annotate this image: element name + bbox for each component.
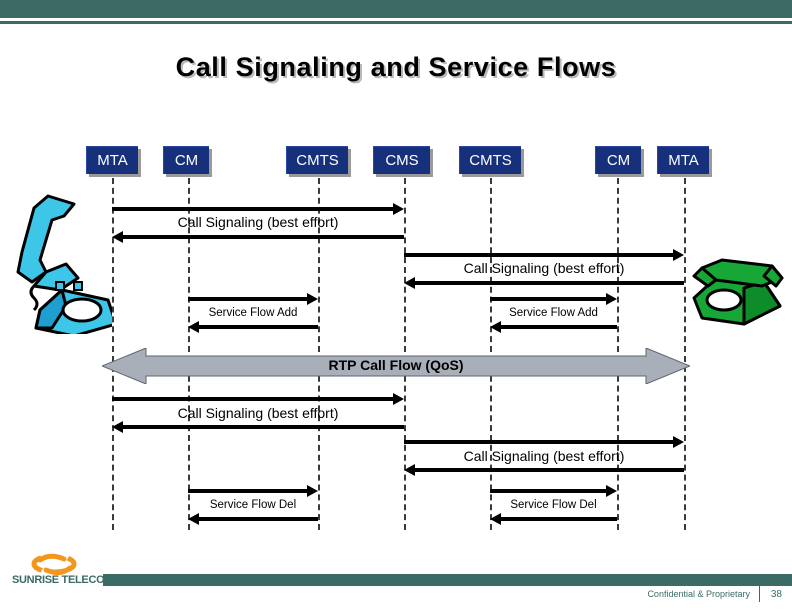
rtp-call-flow-band: RTP Call Flow (QoS) <box>102 348 690 384</box>
node-label: CMTS <box>469 152 512 169</box>
flow-call-signaling-best-effort-3-arrow-right <box>112 393 404 405</box>
footer-divider <box>759 586 760 602</box>
arrowhead-right-icon <box>606 293 617 305</box>
node-label: CMTS <box>296 152 339 169</box>
arrowhead-right-icon <box>307 485 318 497</box>
flow-call-signaling-best-effort-2-label: Call Signaling (best effort) <box>463 260 625 276</box>
arrowhead-right-icon <box>393 393 404 405</box>
node-mta-left[interactable]: MTA <box>86 146 138 174</box>
page-title: Call Signaling and Service Flows <box>175 52 617 82</box>
flow-call-signaling-best-effort-1-arrow-left <box>112 231 404 243</box>
confidential-notice: Confidential & Proprietary <box>647 589 750 599</box>
arrowhead-right-icon <box>606 485 617 497</box>
arrowhead-left-icon <box>490 321 501 333</box>
flow-call-signaling-best-effort-3-label: Call Signaling (best effort) <box>177 405 339 421</box>
node-label: CM <box>606 152 631 169</box>
flow-call-signaling-best-effort-2-arrow-left <box>404 277 684 289</box>
header-bar-thick <box>0 0 792 18</box>
arrowhead-left-icon <box>404 277 415 289</box>
node-mta-right[interactable]: MTA <box>657 146 709 174</box>
arrowhead-right-icon <box>307 293 318 305</box>
flow-call-signaling-best-effort-4-arrow-right <box>404 436 684 448</box>
node-label: MTA <box>97 152 128 169</box>
node-label: CM <box>174 152 199 169</box>
flow-service-flow-del-right-arrow-left <box>490 513 617 525</box>
rtp-call-flow-label: RTP Call Flow (QoS) <box>328 357 464 373</box>
flow-service-flow-add-left-label: Service Flow Add <box>208 307 298 319</box>
node-cmts-left[interactable]: CMTS <box>286 146 348 174</box>
arrowhead-left-icon <box>404 464 415 476</box>
node-cm-left[interactable]: CM <box>163 146 209 174</box>
flow-call-signaling-best-effort-1-arrow-right <box>112 203 404 215</box>
flow-call-signaling-best-effort-4-label: Call Signaling (best effort) <box>463 448 625 464</box>
flow-service-flow-del-right-arrow-right <box>490 485 617 497</box>
logo-trademark-symbol: ® <box>113 574 118 581</box>
flow-call-signaling-best-effort-4-arrow-left <box>404 464 684 476</box>
node-label: CMS <box>385 152 419 169</box>
sunrise-telecom-wordmark: SUNRISE TELECOM® <box>12 574 118 586</box>
arrowhead-left-icon <box>188 321 199 333</box>
flow-service-flow-del-left-arrow-right <box>188 485 318 497</box>
node-label: MTA <box>668 152 699 169</box>
arrowhead-left-icon <box>112 231 123 243</box>
node-cm-right[interactable]: CM <box>595 146 641 174</box>
arrowhead-left-icon <box>112 421 123 433</box>
arrowhead-left-icon <box>188 513 199 525</box>
node-cms[interactable]: CMS <box>373 146 430 174</box>
header-bar-thin <box>0 21 792 24</box>
telephone-right-onhook <box>688 254 788 339</box>
flow-service-flow-del-left-arrow-left <box>188 513 318 525</box>
node-cmts-right[interactable]: CMTS <box>459 146 521 174</box>
page-number: 38 <box>770 589 782 600</box>
flow-call-signaling-best-effort-1-label: Call Signaling (best effort) <box>177 214 339 230</box>
flow-service-flow-add-left-arrow-left <box>188 321 318 333</box>
flow-service-flow-add-right-arrow-right <box>490 293 617 305</box>
slide-canvas: Call Signaling and Service Flows MTA CM CM… <box>0 0 792 612</box>
flow-service-flow-add-left-arrow-right <box>188 293 318 305</box>
flow-call-signaling-best-effort-3-arrow-left <box>112 421 404 433</box>
arrowhead-left-icon <box>490 513 501 525</box>
flow-service-flow-del-left-label: Service Flow Del <box>209 499 297 511</box>
logo-wordmark-text: SUNRISE TELECOM <box>12 574 114 586</box>
flow-service-flow-add-right-label: Service Flow Add <box>509 307 598 319</box>
footer-accent-bar <box>103 574 792 586</box>
arrowhead-right-icon <box>673 436 684 448</box>
flow-service-flow-add-right-arrow-left <box>490 321 617 333</box>
telephone-left-offhook <box>4 186 118 339</box>
flow-call-signaling-best-effort-2-arrow-right <box>404 249 684 261</box>
flow-service-flow-del-right-label: Service Flow Del <box>510 499 597 511</box>
